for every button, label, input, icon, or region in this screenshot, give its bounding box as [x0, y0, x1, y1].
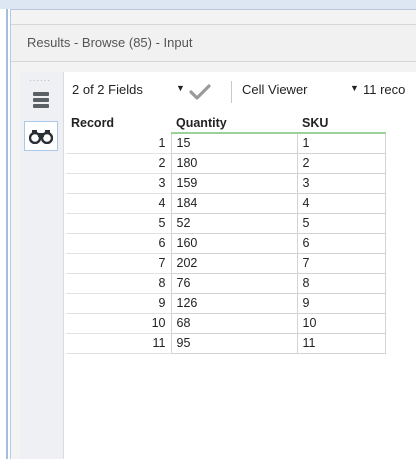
record-number: 6 [66, 233, 172, 254]
column-header-quantity[interactable]: Quantity [171, 113, 297, 134]
list-icon [33, 92, 49, 108]
record-number: 10 [66, 313, 172, 334]
sku-cell[interactable]: 4 [296, 192, 386, 214]
quantity-cell[interactable]: 68 [170, 312, 298, 334]
quantity-cell[interactable]: 95 [170, 332, 298, 354]
cell-viewer-selector[interactable]: Cell Viewer [242, 82, 308, 97]
quantity-cell[interactable]: 126 [170, 292, 298, 314]
record-number: 2 [66, 153, 172, 174]
panel-title: Results - Browse (85) - Input [27, 35, 193, 50]
sku-cell[interactable]: 6 [296, 232, 386, 254]
apply-checkmark-icon[interactable] [189, 84, 211, 103]
sku-cell[interactable]: 11 [296, 332, 386, 354]
toolbar-divider [231, 81, 232, 103]
column-header-record[interactable]: Record [66, 113, 171, 133]
table-row[interactable]: 6 160 6 [66, 232, 386, 254]
table-row[interactable]: 2 180 2 [66, 152, 386, 174]
record-number: 7 [66, 253, 172, 274]
quantity-cell[interactable]: 202 [170, 252, 298, 274]
record-number: 11 [66, 333, 172, 354]
table-row[interactable]: 1 15 1 [66, 132, 386, 154]
record-number: 4 [66, 193, 172, 214]
record-number: 3 [66, 173, 172, 194]
record-number: 8 [66, 273, 172, 294]
viewer-dropdown-arrow-icon[interactable]: ▼ [350, 83, 359, 93]
left-window-edge [0, 9, 11, 459]
table-row[interactable]: 7 202 7 [66, 252, 386, 274]
record-count-label: 11 reco [363, 82, 406, 97]
quantity-cell[interactable]: 76 [170, 272, 298, 294]
table-row[interactable]: 4 184 4 [66, 192, 386, 214]
sku-cell[interactable]: 1 [296, 132, 386, 154]
column-header-sku[interactable]: SKU [297, 113, 385, 134]
fields-selector[interactable]: 2 of 2 Fields [72, 82, 143, 97]
results-content: 2 of 2 Fields ▼ Cell Viewer ▼ 11 reco Re… [64, 72, 416, 459]
quantity-cell[interactable]: 159 [170, 172, 298, 194]
record-number: 5 [66, 213, 172, 234]
drag-grip-icon[interactable]: ······ [29, 77, 51, 85]
sku-cell[interactable]: 5 [296, 212, 386, 234]
table-row[interactable]: 3 159 3 [66, 172, 386, 194]
quantity-cell[interactable]: 52 [170, 212, 298, 234]
fields-dropdown-arrow-icon[interactable]: ▼ [176, 83, 185, 93]
grid-header-row: Record Quantity SKU [66, 113, 385, 134]
quantity-cell[interactable]: 184 [170, 192, 298, 214]
sku-cell[interactable]: 7 [296, 252, 386, 274]
sku-cell[interactable]: 8 [296, 272, 386, 294]
table-row[interactable]: 5 52 5 [66, 212, 386, 234]
quantity-cell[interactable]: 180 [170, 152, 298, 174]
browse-data-button[interactable] [24, 121, 58, 151]
window-top-strip [0, 0, 416, 10]
sku-cell[interactable]: 3 [296, 172, 386, 194]
table-row[interactable]: 11 95 11 [66, 332, 386, 354]
quantity-cell[interactable]: 15 [170, 132, 298, 154]
results-panel-header: Results - Browse (85) - Input [11, 24, 416, 62]
binoculars-icon [29, 130, 53, 144]
table-row[interactable]: 8 76 8 [66, 272, 386, 294]
results-tool-rail: ······ [20, 72, 64, 459]
table-row[interactable]: 10 68 10 [66, 312, 386, 334]
record-number: 1 [66, 133, 172, 154]
results-grid: Record Quantity SKU 1 15 1 2 180 2 3 159… [66, 113, 386, 354]
quantity-cell[interactable]: 160 [170, 232, 298, 254]
list-view-button[interactable] [24, 85, 58, 115]
table-row[interactable]: 9 126 9 [66, 292, 386, 314]
record-number: 9 [66, 293, 172, 314]
sku-cell[interactable]: 10 [296, 312, 386, 334]
sku-cell[interactable]: 9 [296, 292, 386, 314]
results-toolbar: 2 of 2 Fields ▼ Cell Viewer ▼ 11 reco [64, 72, 416, 112]
sku-cell[interactable]: 2 [296, 152, 386, 174]
